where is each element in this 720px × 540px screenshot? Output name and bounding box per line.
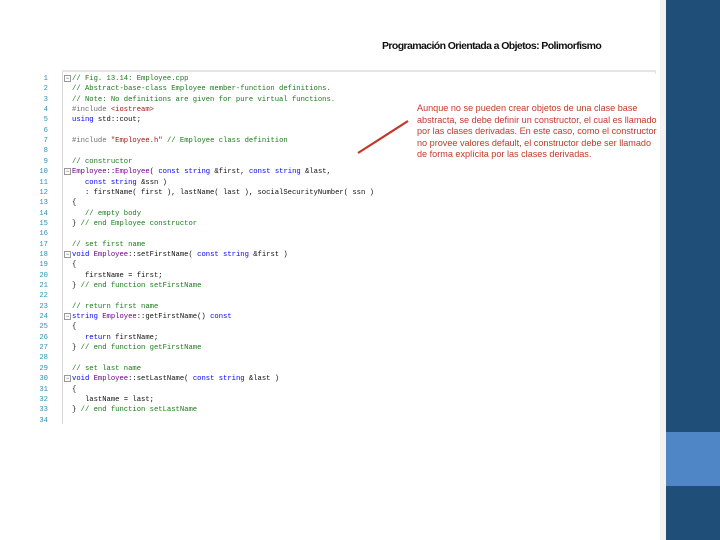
annotation-note: Aunque no se pueden crear objetos de una… [417,103,657,160]
annotation-arrow-icon [357,120,409,154]
